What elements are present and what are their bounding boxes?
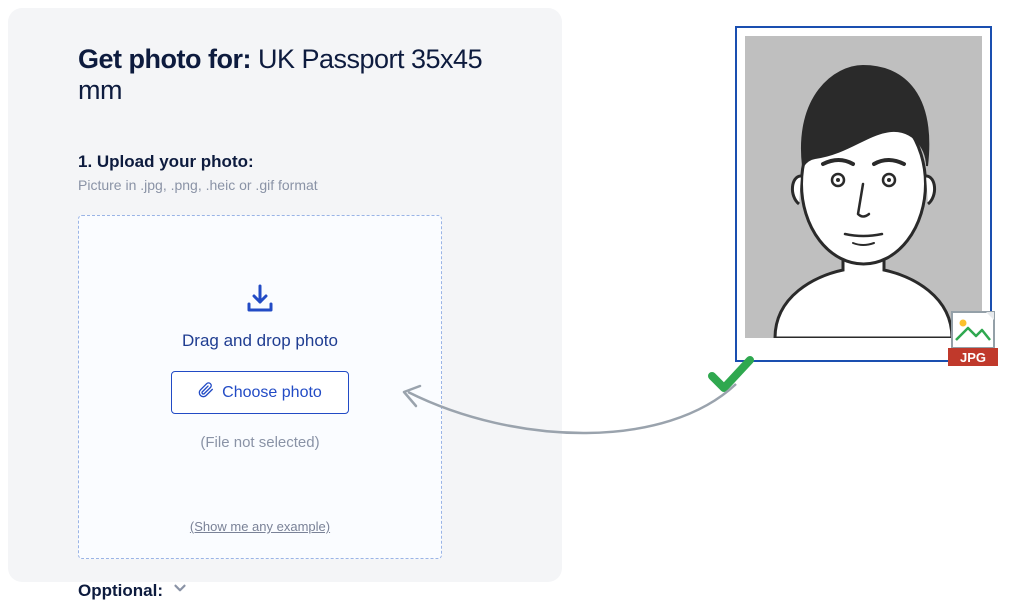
optional-toggle[interactable]: Opptional: xyxy=(78,579,492,602)
show-example-link[interactable]: (Show me any example) xyxy=(190,519,330,534)
dropzone-text: Drag and drop photo xyxy=(182,331,338,351)
choose-photo-label: Choose photo xyxy=(222,384,322,402)
jpg-badge-icon: JPG xyxy=(946,310,1000,368)
upload-icon xyxy=(246,284,274,319)
sample-photo xyxy=(745,36,982,338)
file-status-text: (File not selected) xyxy=(200,434,319,451)
upload-panel: Get photo for: UK Passport 35x45 mm 1. U… xyxy=(8,8,562,582)
step1-hint: Picture in .jpg, .png, .heic or .gif for… xyxy=(78,177,492,193)
photo-dropzone[interactable]: Drag and drop photo Choose photo (File n… xyxy=(78,215,442,559)
svg-text:JPG: JPG xyxy=(960,350,986,365)
preview-frame: JPG xyxy=(735,26,992,362)
page-title: Get photo for: UK Passport 35x45 mm xyxy=(78,44,492,106)
attachment-icon xyxy=(198,382,214,403)
title-prefix: Get photo for: xyxy=(78,44,258,74)
example-preview: JPG xyxy=(710,26,998,397)
checkmark-icon xyxy=(708,354,754,399)
step1-label: 1. Upload your photo: xyxy=(78,152,492,172)
chevron-down-icon xyxy=(171,579,189,602)
choose-photo-button[interactable]: Choose photo xyxy=(171,371,349,414)
optional-label: Opptional: xyxy=(78,581,163,601)
